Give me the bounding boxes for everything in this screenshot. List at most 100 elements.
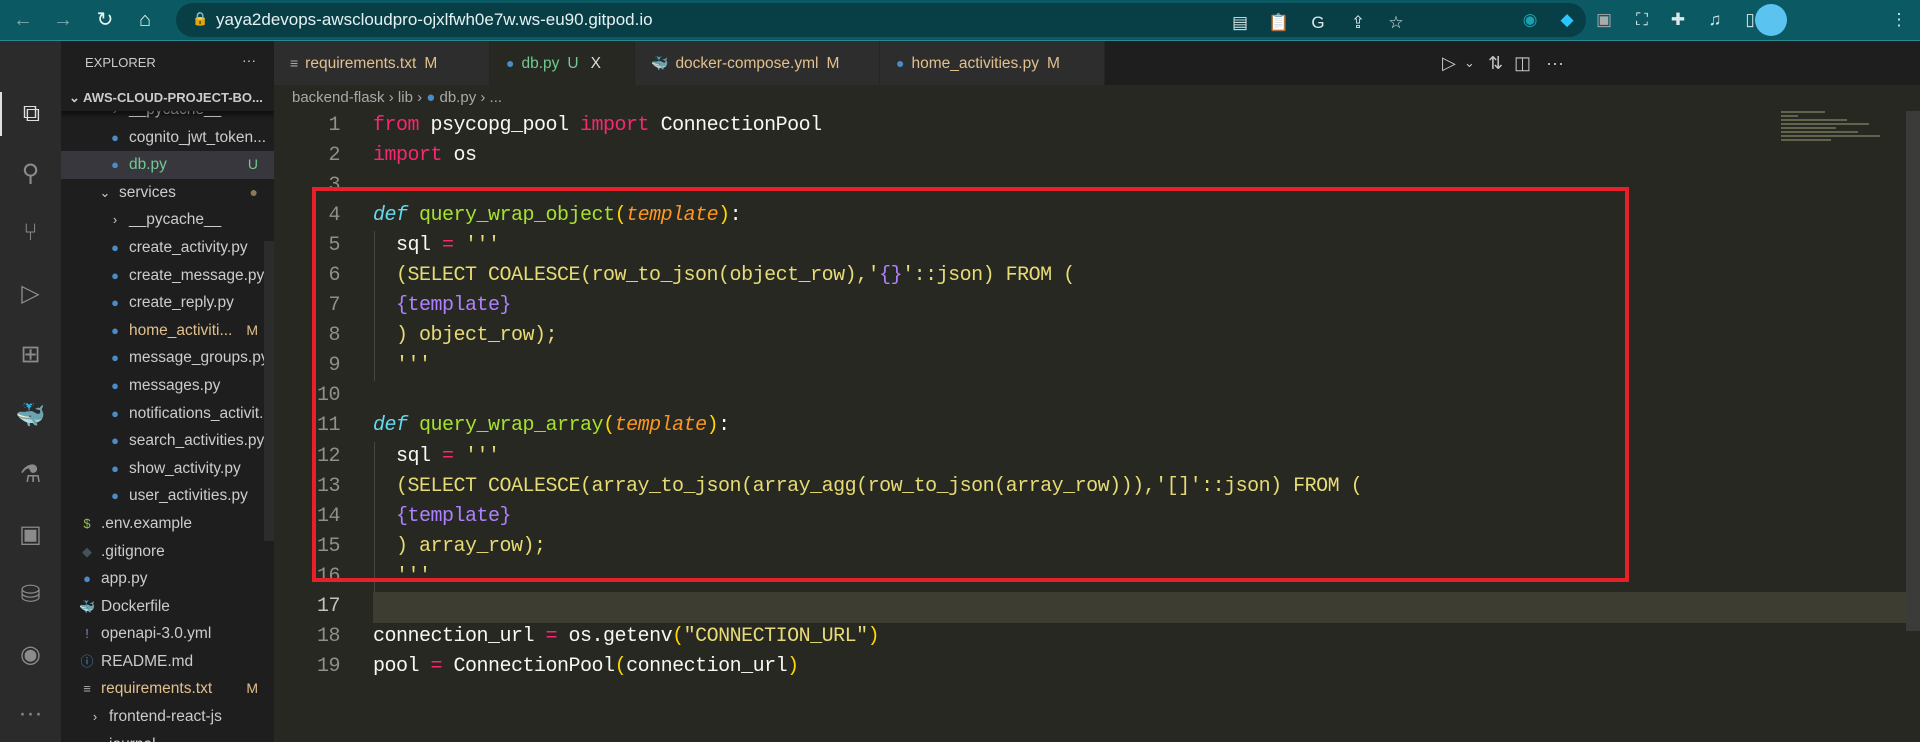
forward-arrow-icon[interactable]: → <box>48 5 78 35</box>
tree-item[interactable]: ● messages.py <box>61 372 274 400</box>
line-number: 1 <box>328 114 340 137</box>
breadcrumb-item[interactable]: backend-flask <box>292 89 385 106</box>
tree-item[interactable]: ● create_message.py <box>61 262 274 290</box>
tab-home_activities-py[interactable]: ● home_activities.py M <box>880 41 1105 85</box>
extensions-icon[interactable]: ⊞ <box>0 333 61 377</box>
tree-item-label: message_groups.py <box>129 349 269 367</box>
avatar[interactable] <box>1755 4 1787 36</box>
star-icon[interactable]: ☆ <box>1384 11 1408 35</box>
tree-item[interactable]: ≡ requirements.txt M <box>61 675 274 703</box>
back-arrow-icon[interactable]: ← <box>8 5 38 35</box>
clipboard-icon[interactable]: 📋 <box>1267 11 1291 35</box>
more-actions-icon[interactable]: ··· <box>242 52 256 68</box>
tree-item[interactable]: 🐳 Dockerfile <box>61 593 274 621</box>
popup-blocked-icon[interactable]: ▤ <box>1228 11 1252 35</box>
translate-icon[interactable]: G <box>1306 11 1330 35</box>
code-line[interactable]: 16 ''' <box>274 562 1774 592</box>
code-line[interactable]: 1 from psycopg_pool import ConnectionPool <box>274 111 1774 141</box>
line-number: 18 <box>316 624 341 648</box>
tree-item[interactable]: ● show_activity.py <box>61 455 274 483</box>
tab-docker-compose-yml[interactable]: 🐳 docker-compose.yml M <box>635 41 880 85</box>
api-icon[interactable]: ▣ <box>0 513 61 557</box>
code-line[interactable]: 10 <box>274 381 1774 411</box>
chevron-down-icon: ⌄ <box>69 90 84 105</box>
tab-requirements-txt[interactable]: ≡ requirements.txt M <box>274 41 490 85</box>
menu-icon[interactable]: ⋮ <box>1887 8 1911 32</box>
database-icon[interactable]: ⛁ <box>0 573 61 617</box>
code-line[interactable]: 6 (SELECT COALESCE(row_to_json(object_ro… <box>274 261 1774 291</box>
code-line[interactable]: 19 pool = ConnectionPool(connection_url) <box>274 652 1774 682</box>
tree-item[interactable]: ● create_reply.py <box>61 289 274 317</box>
breadcrumb-item[interactable]: ... <box>490 89 503 106</box>
reload-icon[interactable]: ↻ <box>90 5 120 35</box>
code-line[interactable]: 4 def query_wrap_object(template): <box>274 201 1774 231</box>
tree-item-label: home_activiti... <box>129 321 233 339</box>
tree-item[interactable]: ● user_activities.py <box>61 482 274 510</box>
tree-item[interactable]: ● db.py U <box>61 151 274 179</box>
code-line[interactable]: 12 sql = ''' <box>274 442 1774 472</box>
extension-icon[interactable]: ◉ <box>1518 8 1542 32</box>
code-line[interactable]: 14 {template} <box>274 502 1774 532</box>
code-line[interactable]: 15 ) array_row); <box>274 532 1774 562</box>
compare-changes-icon[interactable]: ⇅ <box>1488 41 1503 85</box>
more-icon[interactable]: ··· <box>1546 41 1564 85</box>
url-text[interactable]: yaya2devops-awscloudpro-ojxlfwh0e7w.ws-e… <box>216 10 653 30</box>
close-icon[interactable]: X <box>591 55 601 72</box>
screenshot-icon[interactable]: ⛶ <box>1630 8 1654 32</box>
tree-item[interactable]: $ .env.example <box>61 510 274 538</box>
tree-item[interactable]: ! openapi-3.0.yml <box>61 620 274 648</box>
tree-item[interactable]: ● cognito_jwt_token... <box>61 124 274 152</box>
code-line[interactable]: 8 ) object_row); <box>274 321 1774 351</box>
code-line[interactable]: 13 (SELECT COALESCE(array_to_json(array_… <box>274 472 1774 502</box>
breadcrumb-item[interactable]: db.py <box>440 89 477 106</box>
breadcrumb-item[interactable]: lib <box>398 89 413 106</box>
media-icon[interactable]: ♫ <box>1703 8 1727 32</box>
source-control-icon[interactable]: ⑂ <box>0 211 61 255</box>
code-line[interactable]: 9 ''' <box>274 351 1774 381</box>
code-line[interactable]: 3 <box>274 171 1774 201</box>
workspace-root[interactable]: ⌄ AWS-CLOUD-PROJECT-BO... <box>61 85 274 111</box>
code-line[interactable]: 2 import os <box>274 141 1774 171</box>
extension-icon[interactable]: ▣ <box>1592 8 1616 32</box>
tree-item[interactable]: ● message_groups.py <box>61 344 274 372</box>
address-bar[interactable]: 🔒 yaya2devops-awscloudpro-ojxlfwh0e7w.ws… <box>176 3 1586 37</box>
tree-item[interactable]: › __pycache__ <box>61 206 274 234</box>
code-token: ( <box>614 204 627 228</box>
tree-item[interactable]: ⓘ README.md <box>61 648 274 676</box>
sidebar-scrollbar[interactable] <box>264 241 274 541</box>
more-icon[interactable]: ··· <box>0 692 61 736</box>
tree-item[interactable]: ◆ .gitignore <box>61 538 274 566</box>
docker-icon[interactable]: 🐳 <box>0 394 61 438</box>
editor-scrollbar[interactable] <box>1906 111 1920 631</box>
tree-item[interactable]: ● home_activiti... M <box>61 317 274 345</box>
code-line[interactable]: 5 sql = ''' <box>274 231 1774 261</box>
tree-item[interactable]: ● notifications_activit... <box>61 400 274 428</box>
share-icon[interactable]: ⇪ <box>1346 11 1370 35</box>
tree-item[interactable]: › frontend-react-js <box>61 703 274 731</box>
code-line[interactable]: 11 def query_wrap_array(template): <box>274 411 1774 441</box>
tree-item[interactable]: › journal <box>61 731 274 742</box>
tab-db-py[interactable]: ● db.py U X <box>490 41 635 85</box>
home-icon[interactable]: ⌂ <box>130 5 160 35</box>
code-line[interactable]: 18 connection_url = os.getenv("CONNECTION… <box>274 622 1774 652</box>
split-editor-icon[interactable]: ◫ <box>1514 41 1531 85</box>
code-token: = <box>442 234 454 258</box>
testing-icon[interactable]: ⚗ <box>0 453 61 497</box>
run-debug-icon[interactable]: ▷ <box>0 272 61 316</box>
run-icon[interactable]: ▷ <box>1442 41 1456 85</box>
code-line[interactable]: 7 {template} <box>274 291 1774 321</box>
tree-item[interactable]: ● app.py <box>61 565 274 593</box>
minimap[interactable] <box>1781 111 1891 171</box>
explorer-icon[interactable]: ⧉ <box>0 92 61 136</box>
github-icon[interactable]: ◉ <box>0 633 61 677</box>
chevron-down-icon[interactable]: ⌄ <box>1464 41 1475 85</box>
code-token: os.getenv <box>557 624 673 648</box>
extension-icon[interactable]: ◆ <box>1555 8 1579 32</box>
search-icon[interactable]: ⚲ <box>0 152 61 196</box>
code-editor[interactable]: 1 from psycopg_pool import ConnectionPool… <box>274 111 1774 682</box>
tree-item[interactable]: ● create_activity.py <box>61 234 274 262</box>
tree-item[interactable]: ● search_activities.py <box>61 427 274 455</box>
code-line[interactable]: 17 <box>274 592 1774 622</box>
puzzle-icon[interactable]: ✚ <box>1666 8 1690 32</box>
tree-item[interactable]: ⌄ services ● <box>61 179 274 207</box>
